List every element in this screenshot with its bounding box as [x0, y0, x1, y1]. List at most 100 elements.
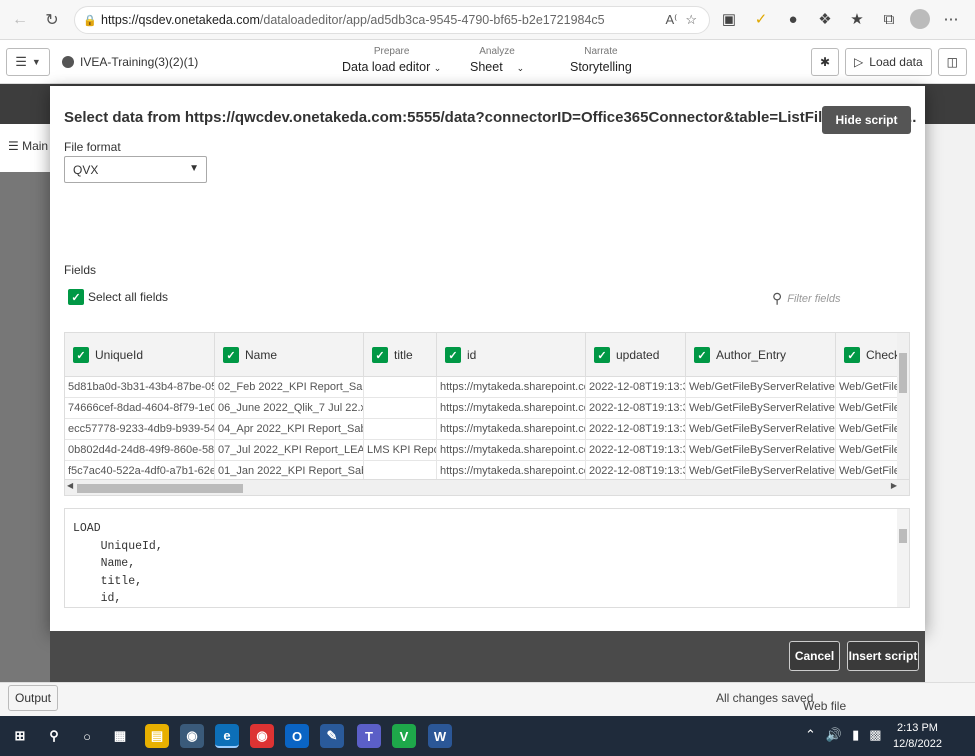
load-data-button[interactable]: ▷ Load data — [845, 48, 932, 76]
table-cell: Web/GetFileByServerRelativePath( — [686, 461, 836, 481]
output-button[interactable]: Output — [8, 685, 58, 711]
checkbox-checked-icon[interactable]: ✓ — [594, 347, 610, 363]
column-name: title — [394, 348, 413, 362]
chevron-up-icon[interactable]: ⌃ — [805, 727, 816, 743]
checkbox-checked-icon[interactable]: ✓ — [372, 347, 388, 363]
network-icon[interactable]: ▩ — [869, 727, 881, 743]
column-header[interactable]: ✓ UniqueId — [65, 333, 215, 377]
fields-label: Fields — [64, 263, 97, 277]
column-header[interactable]: ✓ Name — [215, 333, 364, 377]
task-view-icon[interactable]: ▦ — [108, 724, 132, 748]
clock-time: 2:13 PM — [896, 722, 938, 734]
checkbox-checked-icon[interactable]: ✓ — [223, 347, 239, 363]
section-main[interactable]: ☰ Main — [8, 139, 48, 153]
table-horizontal-scrollbar[interactable]: ◀ ▶ — [65, 479, 909, 495]
mode-prepare[interactable]: Prepare Data load editor ⌄ — [342, 46, 441, 74]
file-explorer-icon[interactable]: ▤ — [145, 724, 169, 748]
app-title: IVEA-Training(3)(2)(1) — [62, 55, 198, 69]
scrollbar-thumb[interactable] — [899, 353, 907, 393]
hamburger-icon: ☰ — [15, 54, 27, 69]
scrollbar-thumb[interactable] — [899, 529, 907, 543]
column-header[interactable]: ✓ Author_Entry — [686, 333, 836, 377]
onenote-icon[interactable]: ✎ — [320, 724, 344, 748]
script-preview[interactable]: LOAD UniqueId, Name, title, id, — [64, 508, 910, 608]
web-file-link[interactable]: Web file — [803, 699, 846, 713]
battery-icon[interactable]: ▮ — [852, 727, 859, 743]
search-icon: ⚲ — [772, 290, 783, 306]
system-tray: ⌃ 🔊 ▮ ▩ — [805, 727, 882, 743]
chrome-icon[interactable]: ◉ — [250, 724, 274, 748]
hide-script-button[interactable]: Hide script — [822, 106, 911, 134]
extension-icon[interactable]: ▣ — [718, 6, 740, 32]
data-connections-panel — [925, 124, 975, 684]
dialog-title: Select data from https://qwcdev.onetaked… — [64, 109, 917, 126]
select-all-label: Select all fields — [88, 290, 169, 304]
table-cell: 2022-12-08T19:13:36Z — [586, 440, 686, 460]
windows-start-icon[interactable]: ⊞ — [8, 724, 32, 748]
debug-button[interactable]: ✱ — [810, 48, 840, 76]
table-cell: Web/GetFileByServerRelativePath( — [686, 440, 836, 460]
favorite-star-icon[interactable]: ☆ — [685, 12, 697, 28]
bottom-bar: Output All changes saved Web file — [0, 682, 975, 716]
checkmark-extension-icon[interactable]: ✓ — [750, 6, 772, 32]
column-header[interactable]: ✓ Checked — [836, 333, 899, 377]
edge-icon[interactable]: e — [215, 724, 239, 748]
table-cell: 0b802d4d-24d8-49f9-860e-58514f7 — [65, 440, 215, 460]
table-cell: 04_Apr 2022_KPI Report_Saba_2 M — [215, 419, 364, 439]
search-icon[interactable]: ⚲ — [42, 724, 66, 748]
table-vertical-scrollbar[interactable] — [897, 333, 909, 479]
mode-main-label: Storytelling — [570, 60, 632, 74]
scrollbar-thumb[interactable] — [77, 484, 243, 493]
mode-analyze[interactable]: Analyze Sheet ⌄ — [470, 46, 524, 74]
table-cell — [364, 398, 437, 418]
app-icon[interactable]: ◉ — [180, 724, 204, 748]
column-header[interactable]: ✓ title — [364, 333, 437, 377]
checkbox-checked-icon[interactable]: ✓ — [694, 347, 710, 363]
teams-icon[interactable]: T — [357, 724, 381, 748]
toggle-panel-button[interactable]: ◫ — [937, 48, 967, 76]
table-cell: https://mytakeda.sharepoint.com/s — [437, 398, 586, 418]
insert-script-button[interactable]: Insert script — [847, 641, 919, 671]
word-icon[interactable]: W — [428, 724, 452, 748]
scroll-left-icon[interactable]: ◀ — [67, 481, 73, 490]
load-data-label: Load data — [869, 55, 923, 69]
outlook-icon[interactable]: O — [285, 724, 309, 748]
table-cell: Web/GetFileByServerRelativePath( — [686, 398, 836, 418]
drop-icon[interactable]: ● — [782, 6, 804, 32]
select-data-dialog: Select data from https://qwcdev.onetaked… — [50, 86, 925, 631]
filter-fields[interactable]: ⚲ Filter fields — [772, 290, 840, 307]
address-bar[interactable]: 🔒 https://qsdev.onetakeda.com/dataloaded… — [74, 6, 710, 34]
cancel-button[interactable]: Cancel — [789, 641, 840, 671]
table-cell: 2022-12-08T19:13:36Z — [586, 419, 686, 439]
table-cell: Web/GetFileBy — [836, 398, 899, 418]
refresh-icon[interactable]: ↻ — [38, 6, 66, 34]
app-v-icon[interactable]: V — [392, 724, 416, 748]
select-all-fields[interactable]: ✓ Select all fields — [68, 289, 168, 305]
checkbox-checked-icon[interactable]: ✓ — [445, 347, 461, 363]
column-header[interactable]: ✓ updated — [586, 333, 686, 377]
table-cell: 02_Feb 2022_KPI Report_Saba_10 I — [215, 377, 364, 397]
mode-narrate[interactable]: Narrate Storytelling — [570, 46, 632, 74]
volume-icon[interactable]: 🔊 — [826, 727, 842, 743]
profile-avatar[interactable] — [910, 9, 930, 29]
clock[interactable]: 2:13 PM 12/8/2022 — [893, 720, 942, 752]
puzzle-icon[interactable]: ❖ — [814, 6, 836, 32]
collections-icon[interactable]: ⧉ — [878, 6, 900, 32]
checkbox-checked-icon[interactable]: ✓ — [844, 347, 860, 363]
checkbox-checked-icon[interactable]: ✓ — [73, 347, 89, 363]
file-format-select[interactable]: QVX ▼ — [64, 156, 207, 183]
more-icon[interactable]: ⋯ — [940, 6, 962, 32]
script-scrollbar[interactable] — [897, 509, 909, 607]
back-icon[interactable]: ← — [6, 6, 34, 34]
dropdown-arrow-icon: ▼ — [189, 163, 199, 174]
checkbox-checked-icon[interactable]: ✓ — [68, 289, 84, 305]
cortana-icon[interactable]: ○ — [75, 724, 99, 748]
favorites-icon[interactable]: ★ — [846, 6, 868, 32]
panel-icon: ◫ — [946, 55, 958, 69]
column-header[interactable]: ✓ id — [437, 333, 586, 377]
url-host: https://qsdev.onetakeda.com — [101, 13, 260, 27]
file-format-label: File format — [64, 140, 121, 154]
scroll-right-icon[interactable]: ▶ — [891, 481, 897, 490]
read-aloud-icon[interactable]: A⁽ — [665, 12, 677, 28]
navigation-menu-button[interactable]: ☰ ▼ — [6, 48, 50, 76]
